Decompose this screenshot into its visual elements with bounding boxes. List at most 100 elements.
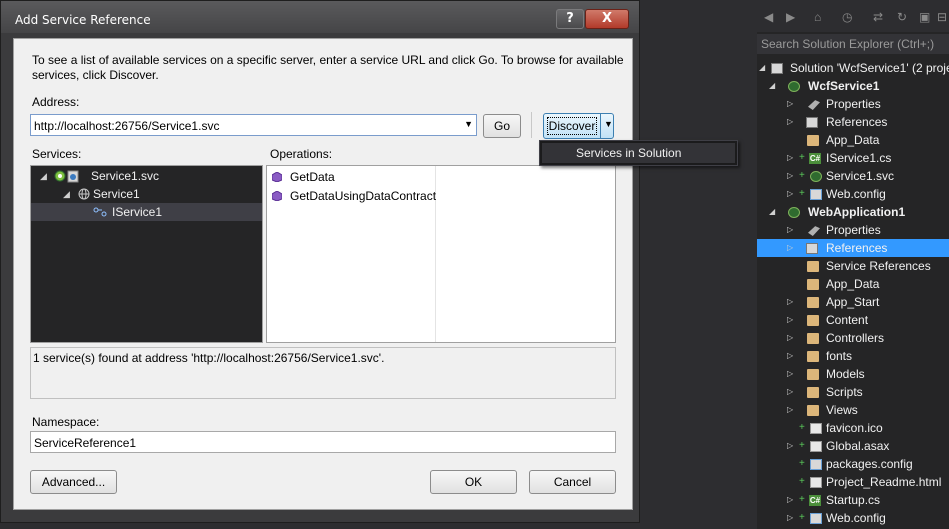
operation-label: GetData xyxy=(290,170,335,184)
tree-item-fonts[interactable]: ▷ fonts xyxy=(757,347,949,365)
discover-dropdown-arrow-icon[interactable]: ▼ xyxy=(604,119,613,129)
expand-arrow-icon[interactable]: ▷ xyxy=(787,149,793,167)
solution-explorer-panel: ◀ ▶ ⌂ ◷ ⇄ ↻ ▣ ⊟ Search Solution Explorer… xyxy=(757,0,949,529)
tree-item-models[interactable]: ▷ Models xyxy=(757,365,949,383)
advanced-button[interactable]: Advanced... xyxy=(30,470,117,494)
ok-button[interactable]: OK xyxy=(430,470,517,494)
tree-item-solution[interactable]: ◢ Solution 'WcfService1' (2 proje xyxy=(757,59,949,77)
tree-item-label: References xyxy=(826,241,888,255)
tree-item-app-data[interactable]: App_Data xyxy=(757,275,949,293)
namespace-input[interactable]: ServiceReference1 xyxy=(30,431,616,453)
collapse-arrow-icon[interactable]: ◢ xyxy=(769,77,775,95)
services-tree[interactable]: ◢ Service1.svc ◢ Service1 IService1 xyxy=(30,165,263,343)
tree-item-label: WcfService1 xyxy=(808,79,880,93)
expand-arrow-icon[interactable]: ▷ xyxy=(787,365,793,383)
expand-arrow-icon[interactable]: ▷ xyxy=(787,383,793,401)
tree-item-favicon[interactable]: + favicon.ico xyxy=(757,419,949,437)
close-button[interactable]: X xyxy=(585,9,629,29)
expand-arrow-icon[interactable]: ▷ xyxy=(787,185,793,203)
instructions-text: To see a list of available services on a… xyxy=(32,53,624,82)
tree-item-properties[interactable]: ▷ Properties xyxy=(757,221,949,239)
expand-arrow-icon[interactable]: ▷ xyxy=(787,221,793,239)
cancel-button[interactable]: Cancel xyxy=(529,470,616,494)
help-button[interactable]: ? xyxy=(556,9,584,29)
tree-item-service-references[interactable]: Service References xyxy=(757,257,949,275)
expand-arrow-icon[interactable]: ▷ xyxy=(787,401,793,419)
collapse-arrow-icon[interactable]: ◢ xyxy=(40,167,47,185)
tree-item-scripts[interactable]: ▷ Scripts xyxy=(757,383,949,401)
services-label: Services: xyxy=(32,147,82,161)
dialog-titlebar[interactable]: Add Service Reference ? X xyxy=(1,1,639,33)
refresh-icon[interactable]: ↻ xyxy=(897,10,907,24)
added-icon: + xyxy=(799,170,805,181)
tree-item-global-asax[interactable]: ▷ + Global.asax xyxy=(757,437,949,455)
tree-item-label: Service References xyxy=(826,259,931,273)
tree-item-iservice1[interactable]: IService1 xyxy=(31,203,262,221)
history-icon[interactable]: ◷ xyxy=(842,10,852,24)
expand-arrow-icon[interactable]: ▷ xyxy=(787,437,793,455)
discover-button-label[interactable]: Discover xyxy=(547,117,597,135)
solution-explorer-search[interactable]: Search Solution Explorer (Ctrl+;) xyxy=(757,34,949,54)
menu-item-services-in-solution[interactable]: Services in Solution xyxy=(542,143,735,163)
sync-icon[interactable]: ⇄ xyxy=(873,10,883,24)
home-icon[interactable]: ⌂ xyxy=(814,10,821,24)
tree-item-wcfservice1[interactable]: ◢ WcfService1 xyxy=(757,77,949,95)
operations-list[interactable]: GetData GetDataUsingDataContract xyxy=(266,165,616,343)
tree-item-web-config[interactable]: ▷ + Web.config xyxy=(757,185,949,203)
web-project-icon xyxy=(788,207,800,218)
back-icon[interactable]: ◀ xyxy=(764,10,773,24)
expand-arrow-icon[interactable]: ▷ xyxy=(787,329,793,347)
tree-item-webapplication1[interactable]: ◢ WebApplication1 xyxy=(757,203,949,221)
collapse-all-icon[interactable]: ▣ xyxy=(919,10,930,24)
folder-icon xyxy=(807,315,819,326)
tree-item-app-data[interactable]: App_Data xyxy=(757,131,949,149)
tree-item-packages-config[interactable]: + packages.config xyxy=(757,455,949,473)
tree-item-web-config[interactable]: ▷ + Web.config xyxy=(757,509,949,527)
wrench-icon xyxy=(808,100,820,110)
method-icon xyxy=(272,172,282,182)
tree-item-project-readme[interactable]: + Project_Readme.html xyxy=(757,473,949,491)
address-combobox[interactable]: http://localhost:26756/Service1.svc ▼ xyxy=(30,114,477,136)
tree-item-startup-cs[interactable]: ▷ + C# Startup.cs xyxy=(757,491,949,509)
discover-split-button[interactable]: Discover ▼ xyxy=(543,113,614,139)
expand-arrow-icon[interactable]: ▷ xyxy=(787,491,793,509)
tree-item-service1-svc[interactable]: ▷ + Service1.svc xyxy=(757,167,949,185)
collapse-arrow-icon[interactable]: ◢ xyxy=(769,203,775,221)
tree-item-service1-svc[interactable]: ◢ Service1.svc xyxy=(31,167,262,185)
added-icon: + xyxy=(799,188,805,199)
dropdown-arrow-icon[interactable]: ▼ xyxy=(464,119,473,129)
config-file-icon xyxy=(810,513,822,524)
tree-item-label: IService1 xyxy=(112,205,163,219)
forward-icon[interactable]: ▶ xyxy=(786,10,795,24)
expand-arrow-icon[interactable]: ▷ xyxy=(787,239,793,257)
tree-item-references-selected[interactable]: ▷ References xyxy=(757,239,949,257)
tree-item-label: Solution 'WcfService1' (2 proje xyxy=(790,61,949,75)
collapse-arrow-icon[interactable]: ◢ xyxy=(759,59,765,77)
tree-item-label: Controllers xyxy=(826,331,885,345)
tree-item-iservice1-cs[interactable]: ▷ + C# IService1.cs xyxy=(757,149,949,167)
expand-arrow-icon[interactable]: ▷ xyxy=(787,95,793,113)
expand-arrow-icon[interactable]: ▷ xyxy=(787,293,793,311)
tree-item-content[interactable]: ▷ Content xyxy=(757,311,949,329)
tree-item-service1[interactable]: ◢ Service1 xyxy=(31,185,262,203)
expand-arrow-icon[interactable]: ▷ xyxy=(787,311,793,329)
tree-item-controllers[interactable]: ▷ Controllers xyxy=(757,329,949,347)
collapse-arrow-icon[interactable]: ◢ xyxy=(63,185,70,203)
address-label: Address: xyxy=(32,95,80,109)
expand-arrow-icon[interactable]: ▷ xyxy=(787,509,793,527)
tree-item-references[interactable]: ▷ References xyxy=(757,113,949,131)
tree-item-label: Startup.cs xyxy=(826,493,881,507)
tree-item-properties[interactable]: ▷ Properties xyxy=(757,95,949,113)
properties-icon[interactable]: ⊟ xyxy=(937,10,947,24)
csharp-file-icon: C# xyxy=(809,153,821,164)
tree-item-views[interactable]: ▷ Views xyxy=(757,401,949,419)
wrench-icon xyxy=(808,226,820,236)
expand-arrow-icon[interactable]: ▷ xyxy=(787,113,793,131)
tree-item-label: packages.config xyxy=(826,457,913,471)
references-icon xyxy=(806,117,818,128)
go-button[interactable]: Go xyxy=(483,114,521,138)
expand-arrow-icon[interactable]: ▷ xyxy=(787,347,793,365)
expand-arrow-icon[interactable]: ▷ xyxy=(787,167,793,185)
file-icon xyxy=(810,423,822,434)
tree-item-app-start[interactable]: ▷ App_Start xyxy=(757,293,949,311)
